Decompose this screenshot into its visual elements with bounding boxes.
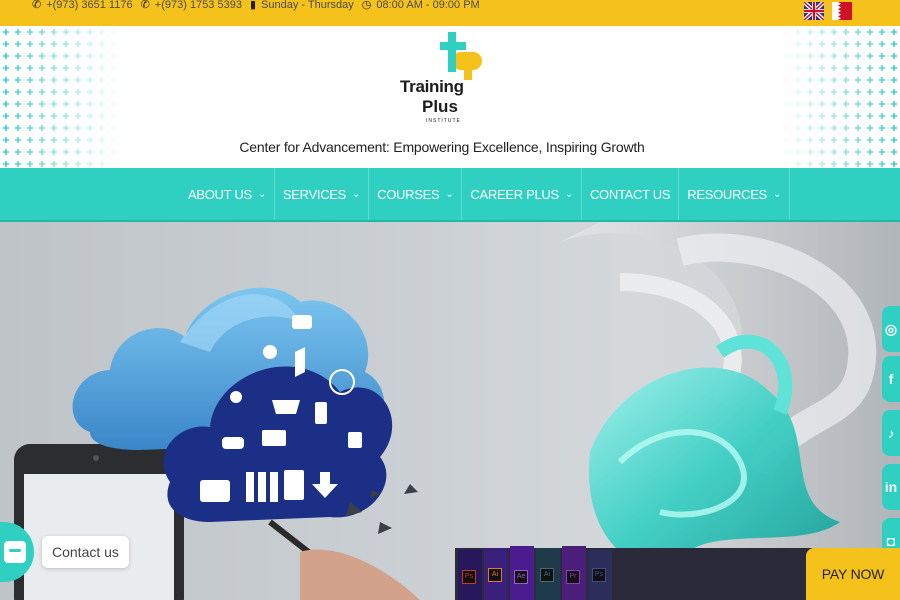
software-badge: Ae [514,570,528,584]
bahrain-flag-icon[interactable] [832,2,852,20]
phone-number-2[interactable]: +(973) 1753 5393 [155,0,242,11]
uk-flag-icon[interactable] [804,2,824,20]
phone-number-1[interactable]: +(973) 3651 1176 [46,0,132,11]
site-logo[interactable]: Training Plus INSTITUTE [398,32,498,128]
contact-widget[interactable]: Contact us [0,522,129,582]
nav-label: CONTACT US [589,186,671,202]
nav-item-contact-us[interactable]: CONTACT US [582,168,680,220]
phone-icon: ✆ [140,0,150,11]
hero-banner[interactable]: Ps Ai Ae Ai Pr Ps [0,222,900,600]
nav-label: SERVICES [282,186,347,202]
phone-icon: ✆ [32,0,42,11]
nav-label: ABOUT US [188,186,252,202]
nav-item-services[interactable]: SERVICES ⌄ [275,168,370,220]
main-nav: ABOUT US ⌄ SERVICES ⌄ COURSES ⌄ CAREER PLUS… [0,168,900,222]
hours-item: ◷ 08:00 AM - 09:00 PM [362,0,480,11]
logo-text-institute: INSTITUTE [426,118,461,124]
whatsapp-icon[interactable]: ◎ [882,306,900,352]
chevron-down-icon: ⌄ [564,188,573,200]
phone-item-1[interactable]: ✆ +(973) 3651 1176 [32,0,133,11]
logo-text-training: Training [400,77,464,96]
working-days: Sunday - Thursday [261,0,354,11]
working-hours: 08:00 AM - 09:00 PM [376,0,480,11]
chevron-down-icon: ⌄ [772,188,782,200]
logo-text-plus: Plus [422,97,458,116]
contact-us-label[interactable]: Contact us [42,536,129,568]
contact-info: ✆ +(973) 3651 1176 ✆ +(973) 1753 5393 ▮ … [32,0,480,11]
hero-illustration [14,222,900,600]
software-badge: Ps [462,570,476,584]
nav-item-career-plus[interactable]: CAREER PLUS ⌄ [462,168,582,220]
language-flags [804,2,852,20]
clock-icon: ◷ [361,0,372,11]
tiktok-icon[interactable]: ♪ [882,410,900,456]
software-badge: Ai [488,568,502,582]
contact-chat-button[interactable] [0,522,34,582]
chevron-down-icon: ⌄ [352,188,361,200]
chevron-down-icon: ⌄ [445,188,454,200]
nav-item-about-us[interactable]: ABOUT US ⌄ [180,168,275,220]
nav-item-resources[interactable]: RESOURCES ⌄ [679,168,791,220]
logo-mark-icon [440,32,482,80]
nav-item-courses[interactable]: COURSES ⌄ [369,168,463,220]
nav-label: RESOURCES [687,186,767,202]
calendar-icon: ▮ [249,0,257,11]
nav-label: COURSES [377,186,440,202]
software-badge: Ai [540,568,554,582]
pay-now-button[interactable]: PAY NOW [806,548,900,600]
site-tagline: Center for Advancement: Empowering Excel… [239,139,645,155]
phone-item-2[interactable]: ✆ +(973) 1753 5393 [141,0,242,11]
facebook-icon[interactable]: f [882,356,900,402]
chevron-down-icon: ⌄ [257,188,266,200]
linkedin-icon[interactable]: in [882,464,900,510]
nav-list: ABOUT US ⌄ SERVICES ⌄ COURSES ⌄ CAREER PLUS… [180,168,791,220]
chat-bubble-icon [4,541,26,563]
software-badge: Pr [566,570,580,584]
site-header: Training Plus INSTITUTE Center for Advan… [0,26,900,168]
software-badge: Ps [592,568,606,582]
days-item: ▮ Sunday - Thursday [250,0,354,11]
top-info-bar: ✆ +(973) 3651 1176 ✆ +(973) 1753 5393 ▮ … [0,0,900,26]
nav-label: CAREER PLUS [470,186,559,202]
